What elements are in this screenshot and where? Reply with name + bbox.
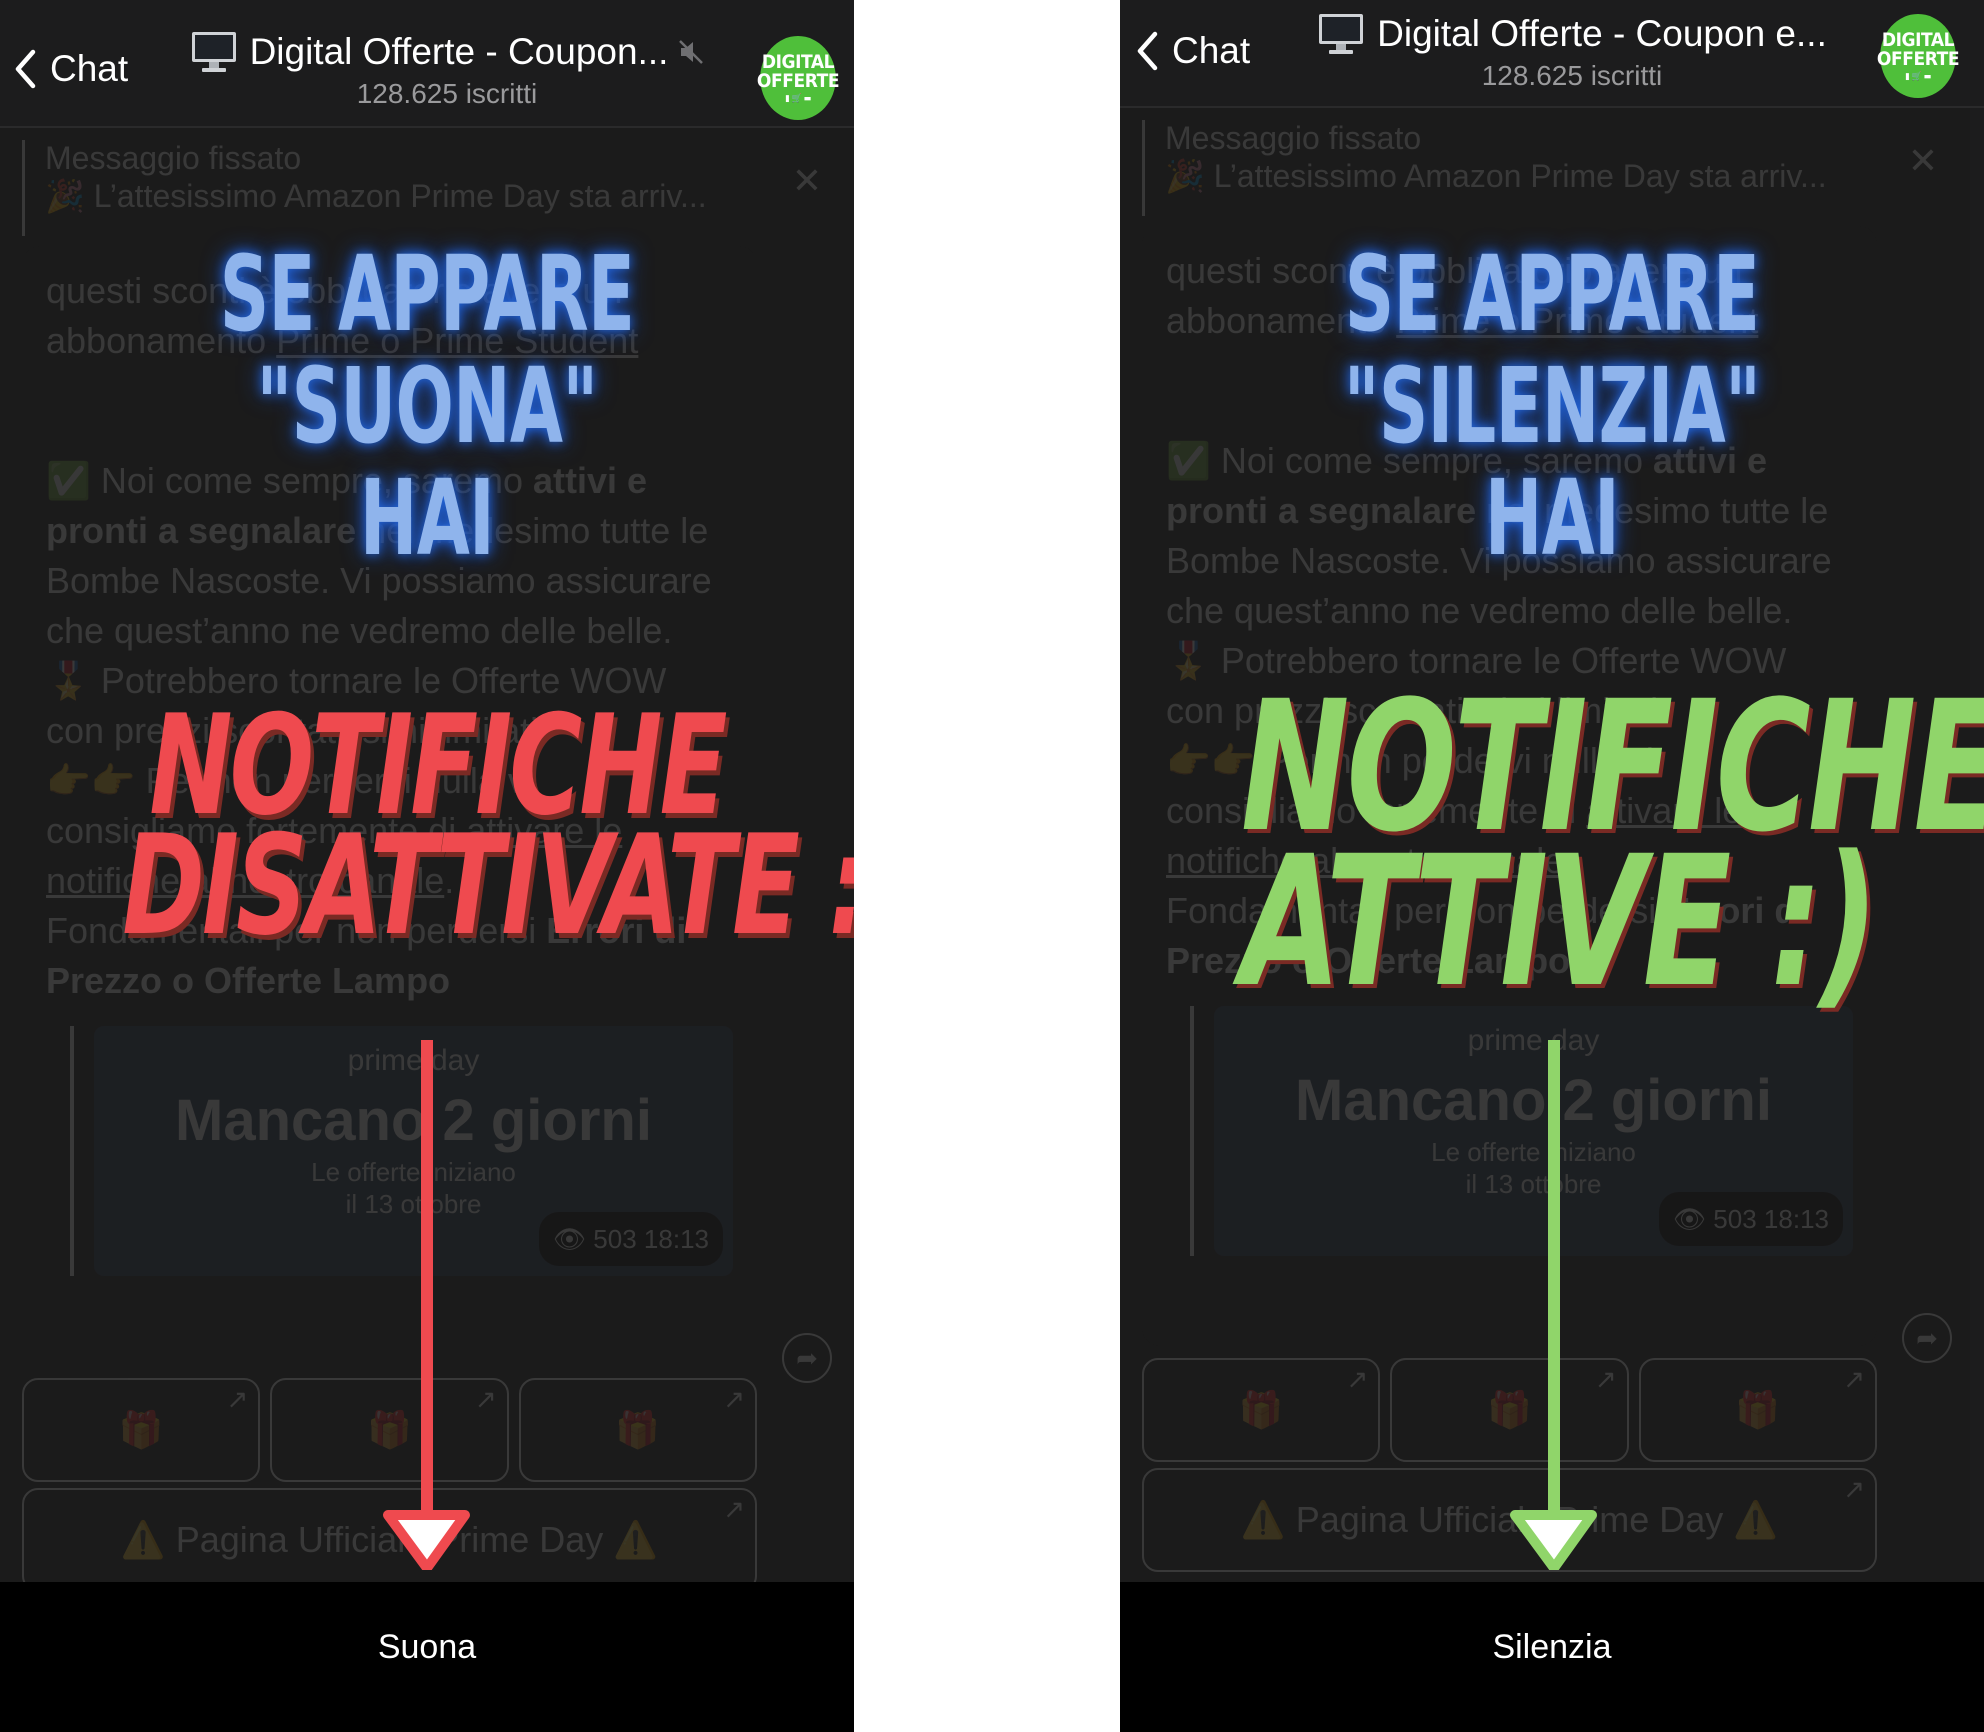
back-button[interactable]: Chat: [14, 48, 128, 90]
message-line: questi sconti è obbligatorio avere un: [46, 270, 623, 311]
message-text: Noi come sempre, saremo: [90, 460, 533, 501]
message-paragraph: ✅ Noi come sempre, saremo attivi e pront…: [1166, 436, 1853, 636]
channel-title-area[interactable]: Digital Offerte - Coupon... 128.625 iscr…: [160, 30, 734, 110]
close-icon[interactable]: ✕: [792, 160, 822, 202]
avatar-text-line1: DIGITAL: [1881, 28, 1955, 51]
prime-link[interactable]: Prime o Prime Student: [1396, 300, 1758, 341]
gift-icon: 🎁: [1238, 1389, 1284, 1430]
gift-icon: 🎁: [1735, 1389, 1781, 1430]
speaker-muted-icon: [679, 40, 704, 64]
down-arrow-annotation: [383, 1040, 470, 1570]
bottom-action-label: Silenzia: [1492, 1627, 1612, 1666]
close-icon[interactable]: ✕: [1908, 140, 1938, 182]
gift-icon: 🎁: [118, 1409, 164, 1450]
view-count: 503: [1713, 1204, 1757, 1234]
chat-header: Chat Digital Offerte - Coupon e... 128.6…: [1120, 0, 1984, 108]
arrow-up-right-icon: ↗: [1843, 1474, 1865, 1504]
message-paragraph: 👉👉 Per non perdervi nulla vi consigliamo…: [1166, 736, 1853, 886]
desktop-computer-icon: [1319, 14, 1364, 54]
message-paragraph: 🎖️ Potrebbero tornare le Offerte WOW con…: [1166, 640, 1787, 731]
message-line: abbonamento Prime o Prime Student: [46, 316, 733, 366]
arrow-up-right-icon: ↗: [1594, 1364, 1617, 1394]
arrow-up-right-icon: ↗: [474, 1384, 497, 1414]
arrow-up-right-icon: ↗: [723, 1384, 745, 1414]
inline-button[interactable]: 🎁 ↗: [22, 1378, 261, 1482]
avatar-text-line2: OFFERTE: [756, 69, 840, 92]
pinned-label: Messaggio fissato: [1165, 120, 1422, 156]
subscriber-count: 128.625 iscritti: [356, 78, 538, 109]
prime-link[interactable]: Prime o Prime Student: [276, 320, 638, 361]
gift-icon: 🎁: [615, 1409, 661, 1450]
desktop-computer-icon: [191, 32, 236, 72]
share-arrow-icon: ➦: [796, 1342, 818, 1373]
inline-button[interactable]: 🎁 ↗: [518, 1378, 757, 1482]
message-text: 👉👉 Per non perdervi nulla vi consigliamo…: [1166, 740, 1654, 831]
chevron-left-icon: [15, 49, 36, 89]
channel-avatar[interactable]: DIGITAL OFFERTE ▮ 🛒 ▬: [1876, 14, 1960, 98]
message-text: Noi come sempre, saremo: [1210, 440, 1653, 481]
channel-title-area[interactable]: Digital Offerte - Coupon e... 128.625 is…: [1280, 12, 1864, 92]
pinned-message-bar[interactable]: Messaggio fissato 🎉 L’attesissimo Amazon…: [22, 140, 832, 236]
back-label: Chat: [50, 48, 129, 89]
phone-screenshot-suona: Chat Digital Offerte - Coupon... 128.625…: [0, 0, 854, 1732]
arrow-up-right-icon: ↗: [723, 1494, 745, 1524]
inline-button[interactable]: 🎁 ↗: [1638, 1358, 1877, 1462]
message-text: .: [1564, 840, 1575, 881]
inline-button[interactable]: 🎁 ↗: [1142, 1358, 1381, 1462]
share-arrow-icon: ➦: [1916, 1322, 1938, 1353]
channel-title: Digital Offerte - Coupon...: [249, 31, 669, 72]
avatar-devices-icon: ▮ 🛒 ▬: [1905, 71, 1931, 82]
channel-title: Digital Offerte - Coupon e...: [1377, 13, 1827, 54]
bottom-action-label: Suona: [377, 1627, 477, 1666]
pinned-message-bar[interactable]: Messaggio fissato 🎉 L’attesissimo Amazon…: [1142, 120, 1948, 216]
back-label: Chat: [1172, 30, 1251, 71]
channel-avatar[interactable]: DIGITAL OFFERTE ▮ 🛒 ▬: [756, 36, 840, 120]
message-paragraph: ✅ Noi come sempre, saremo attivi e pront…: [46, 456, 733, 656]
check-icon: ✅: [1166, 440, 1211, 481]
share-button[interactable]: ➦: [1902, 1313, 1952, 1363]
message-paragraph: Fondamentali per non perdersi Errori di …: [1166, 886, 1853, 986]
phone-screenshot-silenzia: Chat Digital Offerte - Coupon e... 128.6…: [1120, 0, 1984, 1732]
message-text: 👉👉 Per non perdervi nulla vi consigliamo…: [46, 760, 534, 851]
message-meta: 👁 503 18:13: [539, 1212, 723, 1266]
view-count: 503: [593, 1224, 637, 1254]
message-time: 18:13: [1763, 1204, 1829, 1234]
unmute-button[interactable]: Suona: [0, 1582, 854, 1732]
message-meta: 👁 503 18:13: [1659, 1192, 1843, 1246]
message-line: abbonamento Prime o Prime Student: [1166, 296, 1853, 346]
mute-button[interactable]: Silenzia: [1120, 1582, 1984, 1732]
message-paragraph: 👉👉 Per non perdervi nulla vi consigliamo…: [46, 756, 733, 906]
pinned-label: Messaggio fissato: [45, 140, 302, 176]
message-text: abbonamento: [46, 320, 277, 361]
message-line: questi sconti è obbligatorio avere un: [1166, 250, 1743, 291]
message-paragraph: 🎖️ Potrebbero tornare le Offerte WOW con…: [46, 660, 667, 751]
chevron-left-icon: [1137, 31, 1158, 71]
avatar-text-line1: DIGITAL: [761, 50, 835, 73]
message-time: 18:13: [643, 1224, 709, 1254]
chat-header: Chat Digital Offerte - Coupon... 128.625…: [0, 0, 854, 128]
pinned-text: 🎉 L’attesissimo Amazon Prime Day sta arr…: [45, 178, 707, 214]
eye-icon: 👁: [1673, 1204, 1707, 1234]
share-button[interactable]: ➦: [782, 1333, 832, 1383]
arrow-up-right-icon: ↗: [1346, 1364, 1369, 1394]
message-text: Fondamentali per non perdersi: [1166, 890, 1667, 931]
down-arrow-annotation: [1510, 1040, 1597, 1570]
arrow-up-right-icon: ↗: [1843, 1364, 1865, 1394]
avatar-text-line2: OFFERTE: [1876, 47, 1960, 70]
message-text: abbonamento: [1166, 300, 1397, 341]
message-paragraph: Fondamentali per non perdersi Errori di …: [46, 906, 733, 1006]
back-button[interactable]: Chat: [1136, 30, 1250, 72]
message-text: .: [444, 860, 455, 901]
check-icon: ✅: [46, 460, 91, 501]
avatar-devices-icon: ▮ 🛒 ▬: [785, 93, 811, 104]
subscriber-count: 128.625 iscritti: [1481, 60, 1663, 91]
message-text: Fondamentali per non perdersi: [46, 910, 547, 951]
pinned-text: 🎉 L’attesissimo Amazon Prime Day sta arr…: [1165, 158, 1827, 194]
eye-icon: 👁: [553, 1224, 587, 1254]
arrow-up-right-icon: ↗: [226, 1384, 249, 1414]
